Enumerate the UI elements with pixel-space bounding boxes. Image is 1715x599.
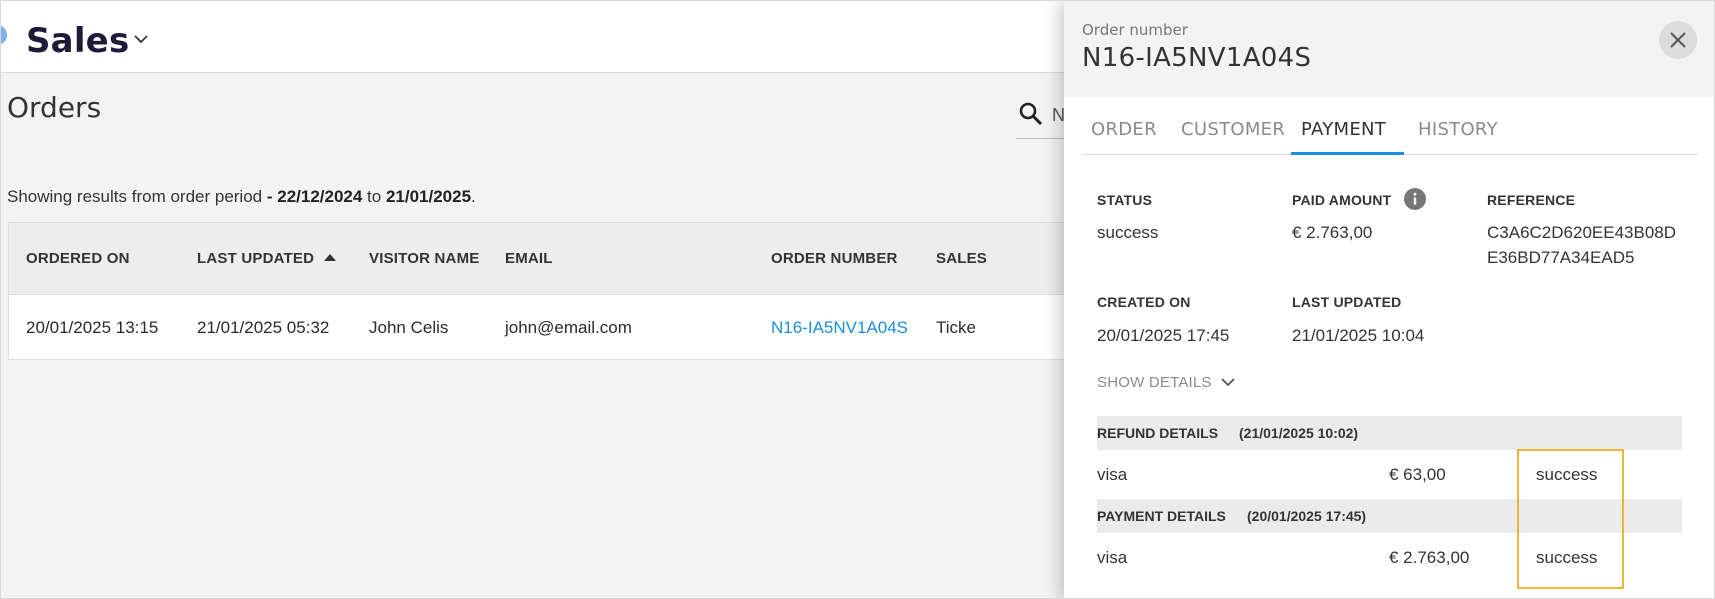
cell-email: john@email.com: [505, 318, 632, 337]
tab-order[interactable]: ORDER: [1091, 119, 1157, 140]
tab-customer[interactable]: CUSTOMER: [1181, 119, 1285, 140]
payment-method: visa: [1097, 548, 1128, 567]
paid-amount-label: PAID AMOUNT: [1292, 192, 1392, 208]
refund-details-date: (21/01/2025 10:02): [1239, 425, 1359, 441]
show-details-toggle[interactable]: SHOW DETAILS: [1097, 374, 1212, 391]
page-title: Orders: [7, 91, 102, 124]
order-number-label: Order number: [1082, 21, 1188, 39]
column-header-email[interactable]: EMAIL: [505, 250, 553, 267]
order-number-link[interactable]: N16-IA5NV1A04S: [771, 318, 908, 338]
chevron-down-icon[interactable]: [1219, 373, 1237, 391]
app-title[interactable]: Sales: [26, 21, 129, 61]
cell-ordered-on: 20/01/2025 13:15: [26, 318, 159, 337]
order-detail-drawer: Order number N16-IA5NV1A04S ORDER CUSTOM…: [1064, 1, 1714, 598]
status-label: STATUS: [1097, 192, 1153, 208]
drawer-header: Order number N16-IA5NV1A04S: [1064, 1, 1714, 97]
payment-details-title: PAYMENT DETAILS: [1097, 508, 1226, 524]
sidebar-toggle-handle[interactable]: [1, 25, 7, 45]
search-icon: [1019, 102, 1043, 126]
status-value: success: [1097, 223, 1159, 242]
app-window: Sales Orders N Showing results from orde…: [0, 0, 1715, 599]
refund-amount: € 63,00: [1389, 465, 1446, 484]
paid-amount-value: € 2.763,00: [1292, 223, 1373, 242]
info-icon[interactable]: [1404, 188, 1426, 210]
active-tab-indicator: [1291, 152, 1404, 155]
cell-visitor-name: John Celis: [369, 318, 449, 337]
order-number-heading: N16-IA5NV1A04S: [1082, 43, 1312, 73]
chevron-down-icon[interactable]: [131, 29, 151, 49]
period-summary: Showing results from order period - 22/1…: [7, 187, 476, 206]
cell-sales: Ticke: [936, 318, 976, 337]
tab-payment[interactable]: PAYMENT: [1301, 119, 1386, 140]
column-header-sales[interactable]: SALES: [936, 250, 987, 267]
payment-details-date: (20/01/2025 17:45): [1247, 508, 1367, 524]
last-updated-value: 21/01/2025 10:04: [1292, 326, 1425, 345]
column-header-last-updated[interactable]: LAST UPDATED: [197, 250, 337, 267]
orders-table: ORDERED ON LAST UPDATED VISITOR NAME EMA…: [8, 222, 1108, 360]
table-header: ORDERED ON LAST UPDATED VISITOR NAME EMA…: [9, 223, 1107, 295]
column-header-order-number[interactable]: ORDER NUMBER: [771, 250, 898, 267]
reference-value-line2: E36BD77A34EAD5: [1487, 248, 1635, 267]
tab-history[interactable]: HISTORY: [1418, 119, 1498, 140]
table-row[interactable]: 20/01/2025 13:15 21/01/2025 05:32 John C…: [9, 295, 1107, 359]
cell-last-updated: 21/01/2025 05:32: [197, 318, 330, 337]
period-from: 22/12/2024: [277, 187, 363, 206]
created-on-label: CREATED ON: [1097, 294, 1191, 310]
payment-amount: € 2.763,00: [1389, 548, 1470, 567]
column-header-visitor-name[interactable]: VISITOR NAME: [369, 250, 479, 267]
refund-method: visa: [1097, 465, 1128, 484]
reference-value-line1: C3A6C2D620EE43B08D: [1487, 223, 1677, 242]
reference-label: REFERENCE: [1487, 192, 1576, 208]
last-updated-label: LAST UPDATED: [1292, 294, 1402, 310]
refund-details-header: REFUND DETAILS (21/01/2025 10:02): [1097, 416, 1682, 450]
period-to: 21/01/2025: [385, 187, 472, 206]
refund-details-title: REFUND DETAILS: [1097, 425, 1219, 441]
close-icon: [1670, 32, 1686, 48]
drawer-tabs: ORDER CUSTOMER PAYMENT HISTORY: [1082, 97, 1698, 155]
column-header-ordered-on[interactable]: ORDERED ON: [26, 250, 130, 267]
sort-ascending-icon: [324, 254, 337, 261]
status-highlight-box: [1517, 449, 1624, 589]
close-button[interactable]: [1659, 21, 1697, 59]
created-on-value: 20/01/2025 17:45: [1097, 326, 1230, 345]
